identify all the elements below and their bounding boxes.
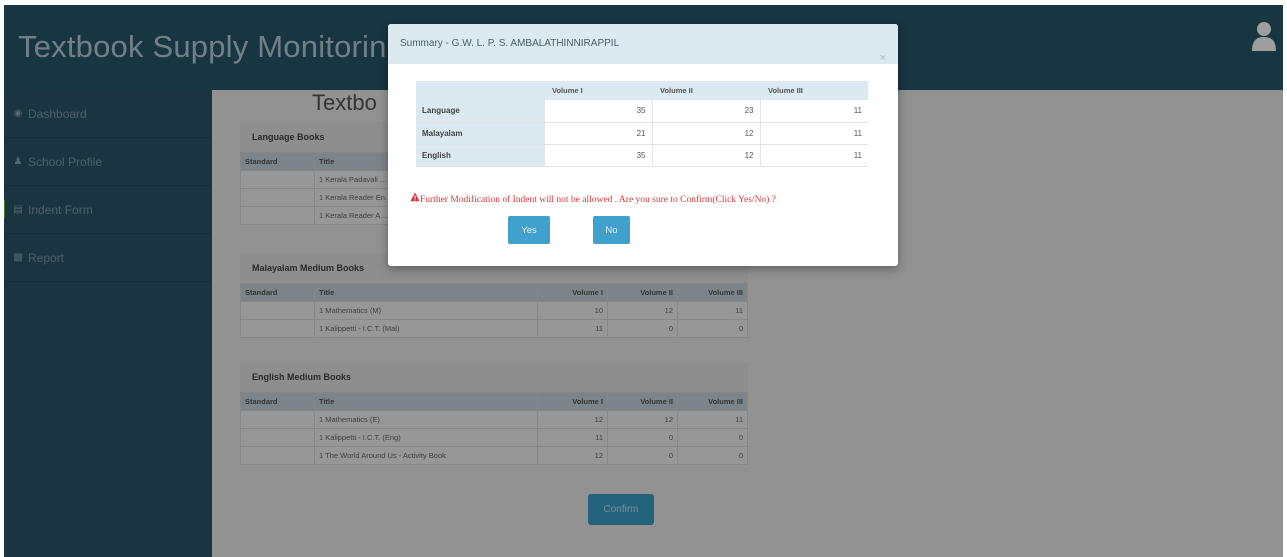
table-header-row: Volume I Volume II Volume III	[416, 81, 868, 100]
row-label: Language	[416, 100, 544, 123]
app-frame: Textbook Supply Monitoring ◉ Dashboard ♟…	[4, 5, 1283, 557]
column-header: Volume I	[544, 81, 652, 100]
summary-modal: Summary - G.W. L. P. S. AMBALATHINNIRAPP…	[388, 24, 898, 266]
table-cell: 35	[543, 100, 652, 123]
modal-header: Summary - G.W. L. P. S. AMBALATHINNIRAPP…	[388, 24, 898, 64]
table-cell: 12	[651, 122, 760, 145]
column-header	[416, 81, 544, 100]
confirmation-warning: Further Modification of Indent will not …	[410, 192, 776, 205]
modal-title: Summary - G.W. L. P. S. AMBALATHINNIRAPP…	[400, 38, 620, 49]
table-cell: 12	[651, 144, 760, 167]
row-label: English	[416, 144, 544, 167]
yes-button[interactable]: Yes	[508, 216, 550, 244]
table-cell: 35	[543, 144, 652, 167]
warning-icon	[410, 192, 420, 202]
column-header: Volume III	[760, 81, 868, 100]
table-cell: 11	[759, 122, 868, 145]
column-header: Volume II	[652, 81, 760, 100]
warning-text: Further Modification of Indent will not …	[420, 195, 776, 205]
table-cell: 11	[759, 144, 868, 167]
summary-table: Volume I Volume II Volume III Language 3…	[416, 81, 868, 167]
table-row: Malayalam 21 12 11	[416, 122, 868, 145]
row-label: Malayalam	[416, 122, 544, 145]
table-cell: 21	[543, 122, 652, 145]
table-row: Language 35 23 11	[416, 100, 868, 123]
table-cell: 11	[759, 100, 868, 123]
close-icon[interactable]: ×	[880, 52, 886, 64]
table-cell: 23	[651, 100, 760, 123]
no-button[interactable]: No	[593, 216, 630, 244]
table-row: English 35 12 11	[416, 144, 868, 167]
